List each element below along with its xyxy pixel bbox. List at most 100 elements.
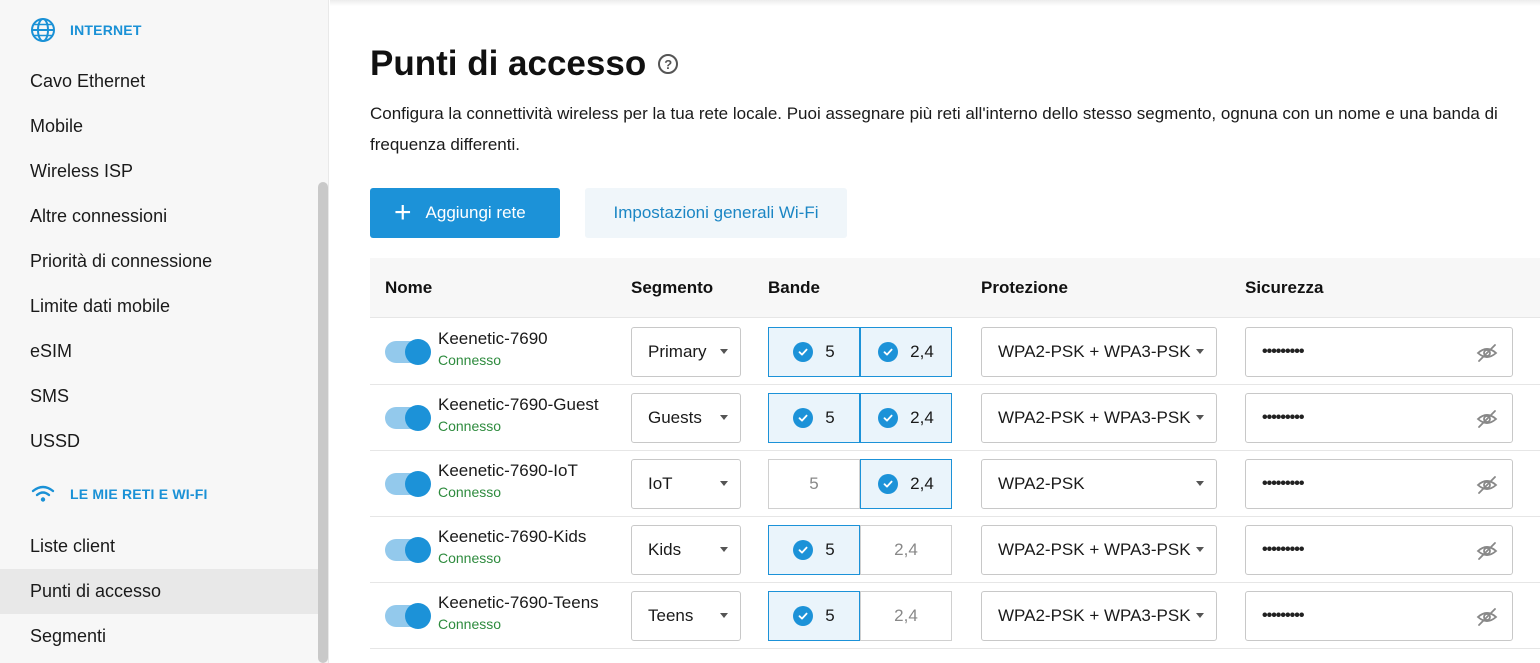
network-toggle[interactable]	[385, 603, 431, 629]
protection-value: WPA2-PSK + WPA3-PSK	[998, 540, 1191, 559]
band-5ghz-button[interactable]: 5	[768, 459, 860, 509]
table-row: Keenetic-7690-Guest Connesso Guests 5 2,4 WPA…	[370, 385, 1540, 451]
password-field[interactable]: •••••••••	[1245, 327, 1513, 377]
band-5ghz-button[interactable]: 5	[768, 393, 860, 443]
protection-value: WPA2-PSK + WPA3-PSK	[998, 342, 1191, 361]
segment-value: Kids	[648, 540, 682, 559]
sidebar-item-limite-dati-mobile[interactable]: Limite dati mobile	[0, 284, 318, 329]
sidebar-section-networks: LE MIE RETI E WI-FI	[30, 481, 208, 507]
password-field[interactable]: •••••••••	[1245, 393, 1513, 443]
protection-select[interactable]: WPA2-PSK + WPA3-PSK	[981, 525, 1217, 575]
toggle-knob	[405, 603, 431, 629]
sidebar-item-punti-di-accesso[interactable]: Punti di accesso	[0, 569, 318, 614]
eye-slash-icon[interactable]	[1476, 540, 1498, 562]
password-value: •••••••••	[1262, 541, 1304, 558]
network-toggle[interactable]	[385, 339, 431, 365]
sidebar-item-cavo-ethernet[interactable]: Cavo Ethernet	[0, 59, 318, 104]
check-icon	[878, 342, 899, 362]
password-field[interactable]: •••••••••	[1245, 525, 1513, 575]
network-status: Connesso	[438, 484, 502, 500]
sidebar-item-mobile[interactable]: Mobile	[0, 104, 318, 149]
password-value: •••••••••	[1262, 343, 1304, 360]
band-24ghz-label: 2,4	[894, 540, 918, 559]
band-24ghz-button[interactable]: 2,4	[860, 327, 952, 377]
band-24ghz-button[interactable]: 2,4	[860, 459, 952, 509]
band-24ghz-label: 2,4	[910, 474, 934, 493]
caret-down-icon	[720, 547, 728, 552]
network-toggle[interactable]	[385, 405, 431, 431]
sidebar-item-sms[interactable]: SMS	[0, 374, 318, 419]
main-content: Punti di accesso ? Configura la connetti…	[330, 0, 1540, 663]
table-header: Nome Segmento Bande Protezione Sicurezza	[370, 258, 1540, 318]
segment-select[interactable]: IoT	[631, 459, 741, 509]
sidebar-item-esim[interactable]: eSIM	[0, 329, 318, 374]
globe-icon	[30, 17, 56, 43]
segment-value: Primary	[648, 342, 707, 361]
header-name: Nome	[385, 278, 433, 297]
network-ssid: Keenetic-7690-Kids	[438, 527, 587, 546]
table-row: Keenetic-7690-Kids Connesso Kids 5 2,4 WPA2-P…	[370, 517, 1540, 583]
sidebar-item-liste-client[interactable]: Liste client	[0, 524, 318, 569]
toggle-knob	[405, 471, 431, 497]
segment-select[interactable]: Teens	[631, 591, 741, 641]
caret-down-icon	[720, 613, 728, 618]
network-status: Connesso	[438, 616, 502, 632]
segment-value: Guests	[648, 408, 702, 427]
band-5ghz-button[interactable]: 5	[768, 327, 860, 377]
protection-select[interactable]: WPA2-PSK + WPA3-PSK	[981, 327, 1217, 377]
sidebar-item-priorita-connessione[interactable]: Priorità di connessione	[0, 239, 318, 284]
sidebar-item-altre-connessioni[interactable]: Altre connessioni	[0, 194, 318, 239]
sidebar-item-ussd[interactable]: USSD	[0, 419, 318, 464]
toggle-knob	[405, 537, 431, 563]
band-5ghz-label: 5	[825, 540, 835, 559]
eye-slash-icon[interactable]	[1476, 342, 1498, 364]
band-24ghz-button[interactable]: 2,4	[860, 393, 952, 443]
check-icon	[793, 540, 814, 560]
plus-icon: +	[394, 196, 412, 229]
caret-down-icon	[720, 481, 728, 486]
table-row: Keenetic-7690 Connesso Primary 5 2,4 WPA2-PSK…	[370, 319, 1540, 385]
segment-select[interactable]: Kids	[631, 525, 741, 575]
password-field[interactable]: •••••••••	[1245, 591, 1513, 641]
band-5ghz-label: 5	[825, 606, 835, 625]
band-5ghz-button[interactable]: 5	[768, 525, 860, 575]
network-status: Connesso	[438, 352, 502, 368]
sidebar-item-wireless-isp[interactable]: Wireless ISP	[0, 149, 318, 194]
network-status: Connesso	[438, 418, 502, 434]
check-icon	[793, 408, 814, 428]
caret-down-icon	[1196, 547, 1204, 552]
protection-select[interactable]: WPA2-PSK + WPA3-PSK	[981, 393, 1217, 443]
network-ssid: Keenetic-7690-Teens	[438, 593, 599, 612]
network-ssid: Keenetic-7690-Guest	[438, 395, 599, 414]
password-field[interactable]: •••••••••	[1245, 459, 1513, 509]
segment-select[interactable]: Primary	[631, 327, 741, 377]
sidebar-item-segmenti[interactable]: Segmenti	[0, 614, 318, 659]
band-24ghz-button[interactable]: 2,4	[860, 591, 952, 641]
password-value: •••••••••	[1262, 607, 1304, 624]
protection-select[interactable]: WPA2-PSK + WPA3-PSK	[981, 591, 1217, 641]
header-bands: Bande	[768, 278, 820, 297]
band-24ghz-label: 2,4	[894, 606, 918, 625]
band-5ghz-button[interactable]: 5	[768, 591, 860, 641]
segment-select[interactable]: Guests	[631, 393, 741, 443]
add-network-button[interactable]: + Aggiungi rete	[370, 188, 560, 238]
band-24ghz-label: 2,4	[910, 342, 934, 361]
eye-slash-icon[interactable]	[1476, 606, 1498, 628]
header-protection: Protezione	[981, 278, 1068, 297]
eye-slash-icon[interactable]	[1476, 408, 1498, 430]
protection-value: WPA2-PSK + WPA3-PSK	[998, 408, 1191, 427]
eye-slash-icon[interactable]	[1476, 474, 1498, 496]
wifi-settings-button[interactable]: Impostazioni generali Wi-Fi	[585, 188, 847, 238]
network-toggle[interactable]	[385, 471, 431, 497]
band-5ghz-label: 5	[809, 474, 819, 493]
band-5ghz-label: 5	[825, 408, 835, 427]
sidebar-scrollbar[interactable]	[318, 182, 328, 663]
sidebar-section-label: LE MIE RETI E WI-FI	[70, 486, 208, 502]
protection-select[interactable]: WPA2-PSK	[981, 459, 1217, 509]
check-icon	[793, 342, 814, 362]
sidebar: INTERNET Cavo Ethernet Mobile Wireless I…	[0, 0, 329, 663]
check-icon	[878, 408, 899, 428]
band-24ghz-button[interactable]: 2,4	[860, 525, 952, 575]
network-toggle[interactable]	[385, 537, 431, 563]
help-icon[interactable]: ?	[658, 54, 679, 74]
